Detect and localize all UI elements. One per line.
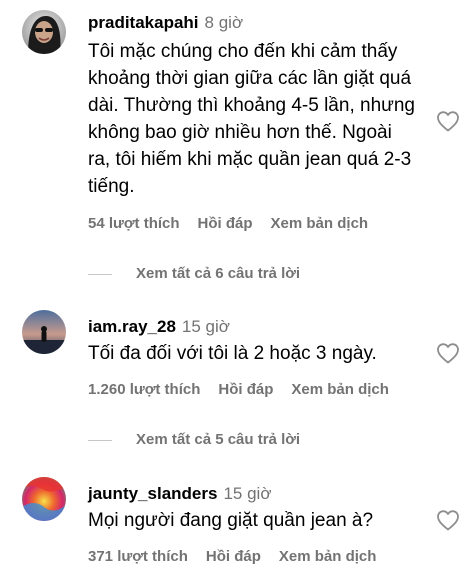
- comment-actions: 371 lượt thích Hồi đáp Xem bản dịch: [88, 547, 394, 567]
- heart-outline-icon[interactable]: [436, 110, 460, 132]
- comment-text: Mọi người đang giặt quần jean à?: [88, 510, 374, 531]
- comment-text: Tối đa đối với tôi là 2 hoặc 3 ngày.: [88, 343, 377, 364]
- translate-button[interactable]: Xem bản dịch: [291, 381, 389, 398]
- view-replies-label: Xem tất cả 5 câu trả lời: [136, 431, 301, 448]
- likes-count[interactable]: 54 lượt thích: [88, 215, 180, 232]
- comment-header: praditakapahi 8 giờ: [88, 12, 243, 34]
- likes-count[interactable]: 371 lượt thích: [88, 548, 188, 565]
- divider-line: [88, 439, 112, 441]
- timestamp: 15 giờ: [223, 484, 272, 503]
- divider-line: [88, 273, 112, 275]
- heart-outline-icon[interactable]: [436, 509, 460, 531]
- reply-button[interactable]: Hồi đáp: [198, 215, 253, 232]
- avatar[interactable]: [22, 477, 66, 521]
- translate-button[interactable]: Xem bản dịch: [279, 548, 377, 565]
- comment-actions: 54 lượt thích Hồi đáp Xem bản dịch: [88, 214, 386, 234]
- likes-count[interactable]: 1.260 lượt thích: [88, 381, 200, 398]
- translate-button[interactable]: Xem bản dịch: [271, 215, 369, 232]
- view-replies-button[interactable]: Xem tất cả 6 câu trả lời: [88, 264, 300, 284]
- view-replies-label: Xem tất cả 6 câu trả lời: [136, 265, 301, 282]
- username[interactable]: jaunty_slanders: [88, 484, 217, 503]
- reply-button[interactable]: Hồi đáp: [218, 381, 273, 398]
- heart-outline-icon[interactable]: [436, 342, 460, 364]
- timestamp: 15 giờ: [181, 317, 230, 336]
- comment-actions: 1.260 lượt thích Hồi đáp Xem bản dịch: [88, 380, 407, 400]
- username[interactable]: praditakapahi: [88, 13, 199, 32]
- avatar[interactable]: [22, 310, 66, 354]
- timestamp: 8 giờ: [204, 13, 244, 32]
- reply-button[interactable]: Hồi đáp: [206, 548, 261, 565]
- username[interactable]: iam.ray_28: [88, 317, 176, 336]
- comment-header: jaunty_slanders 15 giờ: [88, 483, 271, 505]
- comment-header: iam.ray_28 15 giờ: [88, 316, 230, 338]
- avatar[interactable]: [22, 10, 66, 54]
- view-replies-button[interactable]: Xem tất cả 5 câu trả lời: [88, 430, 300, 450]
- comment-text: Tôi mặc chúng cho đến khi cảm thấy khoản…: [88, 41, 415, 197]
